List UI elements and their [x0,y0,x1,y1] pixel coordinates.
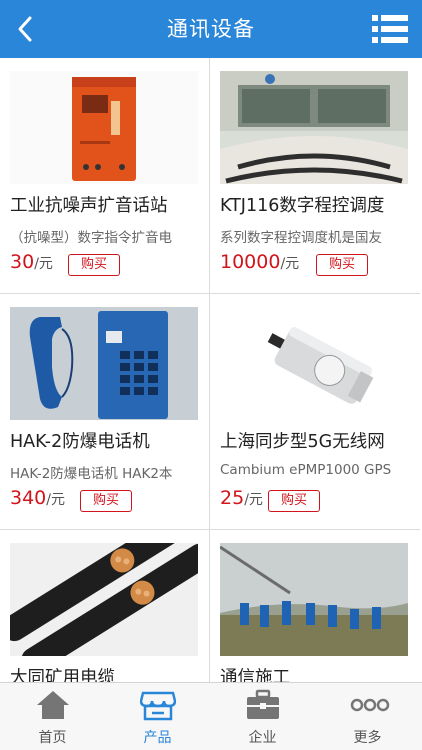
product-desc: HAK-2防爆电话机 HAK2本 [10,466,173,482]
list-menu-icon[interactable] [372,13,408,45]
store-icon [139,689,177,721]
briefcase-icon [245,689,281,721]
product-price: 10000/元 [220,251,300,273]
tab-label: 产品 [143,730,172,746]
product-name: KTJ116数字程控调度 [220,196,385,216]
product-image-explosion-proof-phone [10,307,198,420]
product-card[interactable]: 工业抗噪声扩音话站 （抗噪型）数字指令扩音电 30/元 购买 [0,58,210,294]
product-image-intercom [10,71,198,184]
buy-button[interactable]: 购买 [268,490,321,512]
bottom-tab-bar: 首页 产品 企业 更多 [0,682,422,750]
buy-button[interactable]: 购买 [316,254,369,276]
product-desc: （抗噪型）数字指令扩音电 [10,230,172,246]
tab-label: 首页 [38,730,67,746]
product-image-wireless-ap [220,307,408,420]
product-card[interactable]: 上海同步型5G无线网 Cambium ePMP1000 GPS 25/元 购买 [210,294,420,530]
product-name: 上海同步型5G无线网 [220,432,385,452]
buy-button[interactable]: 购买 [68,254,121,276]
tab-more[interactable]: 更多 [315,683,420,750]
product-name: HAK-2防爆电话机 [10,432,150,452]
product-desc: Cambium ePMP1000 GPS [220,462,392,478]
product-name: 通信施工 [220,668,290,682]
product-price: 25/元 [220,487,263,509]
product-desc: 系列数字程控调度机是国友 [220,230,382,246]
product-name: 工业抗噪声扩音话站 [10,196,168,216]
product-image-mining-cable [10,543,198,656]
product-card[interactable]: 大同矿用电缆 [0,530,210,682]
tab-label: 企业 [248,730,277,746]
product-image-construction [220,543,408,656]
product-image-control-room [220,71,408,184]
product-name: 大同矿用电缆 [10,668,115,682]
buy-button[interactable]: 购买 [80,490,133,512]
product-price: 340/元 [10,487,65,509]
tab-company[interactable]: 企业 [210,683,315,750]
tab-label: 更多 [353,730,382,746]
page-title: 通讯设备 [167,17,255,41]
product-card[interactable]: KTJ116数字程控调度 系列数字程控调度机是国友 10000/元 购买 [210,58,420,294]
product-card[interactable]: 通信施工 [210,530,420,682]
tab-products[interactable]: 产品 [105,683,210,750]
product-card[interactable]: HAK-2防爆电话机 HAK-2防爆电话机 HAK2本 340/元 购买 [0,294,210,530]
tab-home[interactable]: 首页 [0,683,105,750]
more-dots-icon [350,689,390,721]
product-price: 30/元 [10,251,53,273]
top-bar: 通讯设备 [0,0,422,58]
product-grid: 工业抗噪声扩音话站 （抗噪型）数字指令扩音电 30/元 购买 KTJ116数字程… [0,58,422,682]
home-icon [35,689,71,721]
